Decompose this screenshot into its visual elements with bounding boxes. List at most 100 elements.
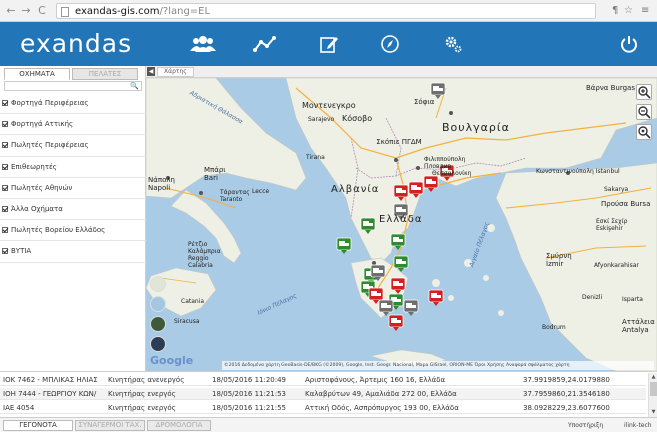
- tab-vehicles[interactable]: ΟΧΗΜΑΤΑ: [4, 68, 70, 80]
- layer-label: Φορτηγά Αττικής: [11, 120, 74, 129]
- back-button[interactable]: ←: [5, 4, 17, 18]
- basemap-roadmap-thumb[interactable]: [150, 276, 166, 292]
- scroll-thumb[interactable]: [650, 382, 657, 396]
- basemap-terrain-thumb[interactable]: [150, 296, 166, 312]
- layer-checkbox[interactable]: [2, 184, 8, 191]
- layer-label: Φορτηγά Περιφέρειας: [11, 99, 89, 108]
- layer-checkbox[interactable]: [2, 227, 8, 234]
- menu-icon[interactable]: ≡: [641, 4, 649, 18]
- layer-checkbox[interactable]: [2, 100, 8, 107]
- support-link[interactable]: Υποστήριξη: [568, 421, 603, 430]
- cell-vehicle: ΙΑΕ 4054: [3, 404, 35, 412]
- map-label-montenegro: Μοντενεγκρο: [302, 101, 356, 110]
- layer-item[interactable]: Επιθεωρητές: [0, 157, 146, 178]
- layer-item[interactable]: Φορτηγά Αττικής: [0, 114, 146, 136]
- cell-vehicle: ΙΟΚ 7462 - ΜΠΛΙΚΑΣ ΗΛΙΑΣ: [3, 376, 98, 384]
- vehicle-layer-panel: ΟΧΗΜΑΤΑ ΠΕΛΑΤΕΣ 🔍 Φορτηγά Περιφέρειας Φο…: [0, 66, 146, 371]
- tab-speed-alarms[interactable]: ΣΥΝΑΓΕΡΜΟΙ ΤΑΧ.: [75, 420, 145, 431]
- layer-label: Πωλητές Αθηνών: [11, 183, 73, 192]
- map-label-afyon: Afyonkarahisar: [594, 262, 639, 269]
- map-label-izmir: Σμύρνη İzmir: [546, 252, 572, 268]
- basemap-satellite-thumb[interactable]: [150, 316, 166, 332]
- app-logo[interactable]: exandas: [20, 28, 132, 60]
- layer-item[interactable]: Πωλητές Αθηνών: [0, 178, 146, 199]
- edit-icon[interactable]: [316, 32, 342, 56]
- layer-label: Πωλητές Βορείου Ελλάδος: [11, 226, 106, 235]
- address-bar[interactable]: exandas-gis.com/?lang=EL: [56, 3, 596, 19]
- map-label-albania: Αλβανία: [331, 184, 380, 195]
- map-label-istanbul: Κωνσταντινούπολη Istanbul: [536, 168, 620, 175]
- cell-coords: 38.0928229,23.6077600: [523, 404, 610, 412]
- power-icon[interactable]: [616, 32, 642, 56]
- zoom-out-icon: [638, 106, 651, 119]
- zoom-in-button[interactable]: [636, 84, 652, 100]
- zoom-out-button[interactable]: [636, 104, 652, 120]
- map-label-sakarya: Sakarya: [604, 186, 629, 193]
- map-label-kosovo: Κόσοβο: [342, 114, 373, 123]
- map-tab[interactable]: Χάρτης: [157, 67, 194, 77]
- users-icon[interactable]: [190, 32, 216, 56]
- layer-checkbox[interactable]: [2, 206, 8, 213]
- tab-routes[interactable]: ΔΡΟΜΟΛΟΓΙΑ: [147, 420, 211, 431]
- scroll-down-icon[interactable]: ▼: [650, 409, 657, 416]
- scroll-up-icon[interactable]: ▲: [650, 374, 657, 381]
- reload-button[interactable]: C: [36, 4, 48, 18]
- layer-item[interactable]: ΒΥΤΙΑ: [0, 241, 146, 263]
- table-row[interactable]: ΙΟΗ 7444 - ΓΕΩΡΓΙΟΥ ΚΩΝ/ Κινητήρας ενεργ…: [0, 388, 646, 400]
- zoom-extent-button[interactable]: [636, 124, 652, 140]
- extension-icon[interactable]: ¶: [612, 4, 618, 18]
- map-label-sofia: Σόφια: [414, 98, 435, 106]
- url-text[interactable]: exandas-gis.com/?lang=EL: [75, 5, 210, 18]
- bottom-tab-bar: ΓΕΓΟΝΟΤΑ ΣΥΝΑΓΕΡΜΟΙ ΤΑΧ. ΔΡΟΜΟΛΟΓΙΑ Υποσ…: [0, 417, 657, 432]
- layer-checkbox[interactable]: [2, 248, 8, 255]
- map-view[interactable]: ◀ Χάρτης Μοντενεγκρο Κόσοβο Σόφια Βουλγα…: [146, 66, 657, 371]
- map-label-antalya: Αττάλεια Antalya: [622, 318, 655, 334]
- star-icon[interactable]: ☆: [624, 4, 633, 18]
- map-label-salonika: Θεσσαλονίκη: [432, 170, 472, 177]
- tab-events[interactable]: ΓΕΓΟΝΟΤΑ: [3, 420, 73, 431]
- layer-item[interactable]: Πωλητές Βορείου Ελλάδος: [0, 220, 146, 242]
- brand-link[interactable]: ilink-tech: [624, 421, 652, 430]
- map-label-greece: Ελλάδα: [379, 214, 423, 225]
- map-label-catania: Catania: [181, 298, 205, 305]
- zoom-in-icon: [638, 86, 651, 99]
- layer-item[interactable]: Φορτηγά Περιφέρειας: [0, 93, 146, 115]
- page-icon: [61, 7, 69, 17]
- layer-search-input[interactable]: 🔍: [4, 81, 142, 91]
- layer-label: Πωλητές Περιφέρειας: [11, 141, 89, 150]
- table-row[interactable]: ΙΑΕ 4054 Κινητήρας ενεργός 18/05/2016 11…: [0, 402, 646, 414]
- panel-tabs: ΟΧΗΜΑΤΑ ΠΕΛΑΤΕΣ: [4, 68, 142, 80]
- compass-icon[interactable]: [377, 32, 403, 56]
- map-label-bulgaria: Βουλγαρία: [442, 121, 510, 134]
- table-scrollbar[interactable]: ▲ ▼: [648, 373, 657, 417]
- cell-status: Κινητήρας ενεργός: [108, 390, 176, 398]
- forward-button[interactable]: →: [20, 4, 32, 18]
- cell-status: Κινητήρας ανενεργός: [108, 376, 185, 384]
- map-attribution[interactable]: ©2016 Δεδομένα χάρτη GeoBasis-DE/BKG (©2…: [222, 361, 654, 370]
- layer-checkbox[interactable]: [2, 163, 8, 170]
- layer-checkbox[interactable]: [2, 142, 8, 149]
- basemap-hybrid-thumb[interactable]: [150, 336, 166, 352]
- layer-label: ΒΥΤΙΑ: [11, 247, 32, 256]
- map-label-plovdiv: Φιλιππούπολη Пловдив: [424, 156, 466, 170]
- cell-time: 18/05/2016 11:21:53: [212, 390, 287, 398]
- search-icon[interactable]: 🔍: [130, 82, 139, 90]
- cell-address: Αττική Οδός, Ασπρόπυργος 193 00, Ελλάδα: [305, 404, 459, 412]
- cell-time: 18/05/2016 11:20:49: [212, 376, 287, 384]
- collapse-panel-button[interactable]: ◀: [147, 67, 155, 76]
- map-label-bodrum: Bodrum: [542, 324, 566, 331]
- map-label-eskisehir: Εσκί Σεχίρ Eskişehir: [596, 218, 628, 232]
- route-icon[interactable]: [252, 32, 278, 56]
- layer-checkbox[interactable]: [2, 121, 8, 128]
- layer-item[interactable]: Πωλητές Περιφέρειας: [0, 135, 146, 157]
- browser-chrome: ← → C exandas-gis.com/?lang=EL ¶ ☆ ≡: [0, 0, 657, 22]
- settings-icon[interactable]: [440, 32, 466, 56]
- table-row[interactable]: ΙΟΚ 7462 - ΜΠΛΙΚΑΣ ΗΛΙΑΣ Κινητήρας ανενε…: [0, 374, 646, 386]
- tab-customers[interactable]: ΠΕΛΑΤΕΣ: [72, 68, 138, 80]
- cell-address: Αριστοφάνους, Άρτεμις 160 16, Ελλάδα: [305, 376, 446, 384]
- layer-item[interactable]: Άλλα Οχήματα: [0, 199, 146, 221]
- map-label-bursa: Προύσα Bursa: [601, 200, 651, 208]
- cell-coords: 37.7959860,21.3546180: [523, 390, 610, 398]
- map-label-tirana: Tirana: [306, 154, 325, 161]
- map-label-lecce: Lecce: [252, 188, 270, 195]
